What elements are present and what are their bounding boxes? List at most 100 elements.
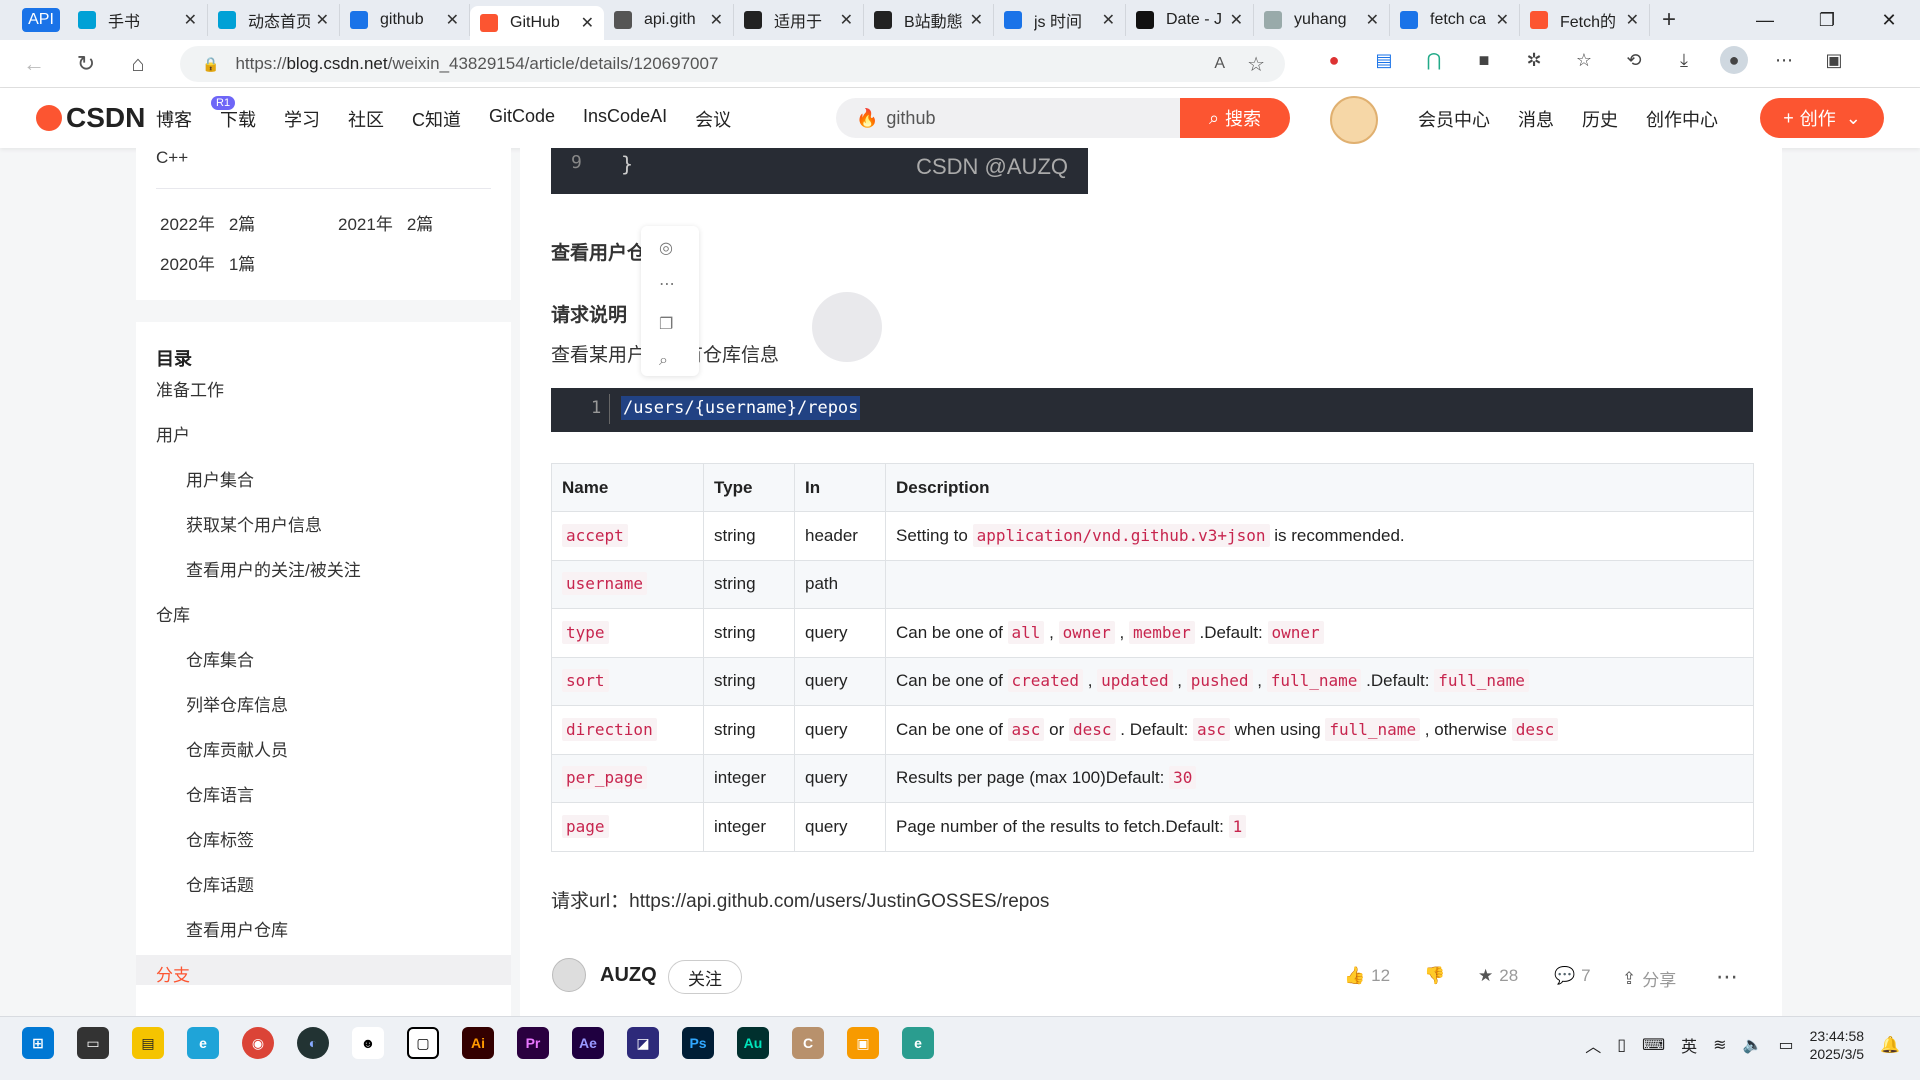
like-button[interactable]: 👍 12 bbox=[1344, 966, 1390, 986]
edge-dev-icon[interactable]: e bbox=[902, 1027, 934, 1059]
csdn-right-nav-item[interactable]: 历史 bbox=[1582, 106, 1618, 132]
archive-item[interactable]: 2020年 1篇 bbox=[160, 250, 255, 275]
csdn-nav-item[interactable]: 学习 bbox=[284, 106, 320, 132]
csdn-right-nav-item[interactable]: 消息 bbox=[1518, 106, 1554, 132]
clock[interactable]: 23:44:58 2025/3/5 bbox=[1810, 1027, 1865, 1063]
new-tab-button[interactable]: + bbox=[1662, 6, 1676, 34]
close-window-icon[interactable]: ✕ bbox=[1858, 0, 1920, 40]
csdn-nav-item[interactable]: C知道 bbox=[412, 106, 461, 132]
photoshop-icon[interactable]: Ps bbox=[682, 1027, 714, 1059]
more-actions-icon[interactable]: ⋯ bbox=[1716, 964, 1738, 990]
toc-item[interactable]: 仓库标签 bbox=[186, 826, 254, 851]
illustrator-icon[interactable]: Ai bbox=[462, 1027, 494, 1059]
profile-icon[interactable]: ● bbox=[1720, 46, 1748, 74]
history-icon[interactable]: ⟲ bbox=[1620, 46, 1648, 74]
download-icon[interactable]: ⤓ bbox=[1670, 46, 1698, 74]
browser-tab[interactable]: GitHub ✕ bbox=[470, 6, 604, 40]
terminal-app-icon[interactable]: ▢ bbox=[407, 1027, 439, 1059]
url-field[interactable]: 🔒 https://blog.csdn.net/weixin_43829154/… bbox=[180, 46, 1285, 82]
dislike-button[interactable]: 👎 bbox=[1424, 966, 1445, 986]
toc-item[interactable]: 仓库语言 bbox=[186, 781, 254, 806]
close-tab-icon[interactable]: ✕ bbox=[316, 10, 329, 30]
favorite-button[interactable]: ★ 28 bbox=[1478, 966, 1518, 986]
browser-tab[interactable]: 手书 ✕ bbox=[68, 4, 208, 36]
browser-tab[interactable]: js 时间 ✕ bbox=[994, 4, 1126, 36]
battery-icon[interactable]: ▭ bbox=[1778, 1035, 1793, 1055]
toc-item[interactable]: 仓库 bbox=[156, 601, 190, 626]
copy-icon[interactable]: ❐ bbox=[659, 314, 673, 334]
browser-tab[interactable]: Fetch的 ✕ bbox=[1520, 4, 1650, 36]
volume-icon[interactable]: 🔈 bbox=[1743, 1035, 1763, 1055]
adblock-extension-icon[interactable]: ● bbox=[1320, 46, 1348, 74]
close-tab-icon[interactable]: ✕ bbox=[710, 10, 723, 30]
task-view-icon[interactable]: ▭ bbox=[77, 1027, 109, 1059]
category-cpp[interactable]: C++ bbox=[156, 148, 188, 168]
extensions-icon[interactable]: ✲ bbox=[1520, 46, 1548, 74]
close-tab-icon[interactable]: ✕ bbox=[1496, 10, 1509, 30]
api-workspace-button[interactable]: API bbox=[22, 8, 60, 32]
start-icon[interactable]: ⊞ bbox=[22, 1027, 54, 1059]
file-explorer-icon[interactable]: ▤ bbox=[132, 1027, 164, 1059]
csdn-nav-item[interactable]: 社区 bbox=[348, 106, 384, 132]
csdn-nav-item[interactable]: 会议 bbox=[695, 106, 731, 132]
more-icon[interactable]: ⋯ bbox=[1770, 46, 1798, 74]
extension-3-icon[interactable]: ■ bbox=[1470, 46, 1498, 74]
browser-tab[interactable]: Date - J ✕ bbox=[1126, 4, 1254, 36]
favorites-icon[interactable]: ☆ bbox=[1570, 46, 1598, 74]
toc-item[interactable]: 获取某个用户信息 bbox=[186, 511, 322, 536]
close-tab-icon[interactable]: ✕ bbox=[1230, 10, 1243, 30]
request-url[interactable]: https://api.github.com/users/JustinGOSSE… bbox=[629, 891, 1049, 912]
audition-icon[interactable]: Au bbox=[737, 1027, 769, 1059]
toc-item[interactable]: 列举仓库信息 bbox=[186, 691, 288, 716]
archive-item[interactable]: 2022年 2篇 bbox=[160, 210, 255, 235]
home-icon[interactable]: ⌂ bbox=[120, 46, 156, 82]
extension-1-icon[interactable]: ▤ bbox=[1370, 46, 1398, 74]
vmware-icon[interactable]: ▣ bbox=[847, 1027, 879, 1059]
premiere-icon[interactable]: Pr bbox=[517, 1027, 549, 1059]
ime-indicator[interactable]: 英 bbox=[1681, 1033, 1697, 1057]
csdn-search-input[interactable]: 🔥 github bbox=[836, 98, 1182, 138]
share-button[interactable]: ⇪ 分享 bbox=[1622, 966, 1676, 991]
alien-app-icon[interactable]: ☻ bbox=[352, 1027, 384, 1059]
browser-tab[interactable]: github ✕ bbox=[340, 4, 470, 36]
comment-button[interactable]: 💬 7 bbox=[1554, 966, 1591, 986]
follow-button[interactable]: 关注 bbox=[668, 960, 742, 994]
search-icon[interactable]: ⌕ bbox=[659, 352, 668, 370]
more-options-icon[interactable]: ⋯ bbox=[659, 274, 675, 294]
csdn-right-nav-item[interactable]: 会员中心 bbox=[1418, 106, 1490, 132]
close-tab-icon[interactable]: ✕ bbox=[446, 10, 459, 30]
close-tab-icon[interactable]: ✕ bbox=[1626, 10, 1639, 30]
browser-tab[interactable]: fetch ca ✕ bbox=[1390, 4, 1520, 36]
close-tab-icon[interactable]: ✕ bbox=[581, 13, 594, 33]
toc-item[interactable]: 准备工作 bbox=[156, 376, 224, 401]
keyboard-icon[interactable]: ⌨ bbox=[1642, 1035, 1665, 1055]
minimize-icon[interactable]: — bbox=[1734, 0, 1796, 40]
chevron-up-icon[interactable]: ︿ bbox=[1585, 1033, 1601, 1057]
csdn-right-nav-item[interactable]: 创作中心 bbox=[1646, 106, 1718, 132]
restore-icon[interactable]: ❐ bbox=[1796, 0, 1858, 40]
back-icon[interactable]: ← bbox=[16, 46, 52, 82]
author-name[interactable]: AUZQ bbox=[600, 964, 657, 987]
close-tab-icon[interactable]: ✕ bbox=[184, 10, 197, 30]
favorite-star-icon[interactable]: ☆ bbox=[1247, 52, 1265, 77]
browser-tab[interactable]: 动态首页 ✕ bbox=[208, 4, 340, 36]
toc-item[interactable]: 仓库话题 bbox=[186, 871, 254, 896]
close-tab-icon[interactable]: ✕ bbox=[1102, 10, 1115, 30]
browser-tab[interactable]: api.gith ✕ bbox=[604, 4, 734, 36]
usb-icon[interactable]: ▯ bbox=[1617, 1035, 1626, 1055]
refresh-icon[interactable]: ↻ bbox=[68, 46, 104, 82]
wifi-icon[interactable]: ≋ bbox=[1713, 1035, 1726, 1055]
extension-2-icon[interactable]: ⋂ bbox=[1420, 46, 1448, 74]
browser-tab[interactable]: 适用于 ✕ bbox=[734, 4, 864, 36]
close-tab-icon[interactable]: ✕ bbox=[840, 10, 853, 30]
author-avatar[interactable] bbox=[552, 958, 586, 992]
csdn-logo[interactable]: CSDN bbox=[36, 102, 145, 134]
csdn-nav-item[interactable]: GitCode bbox=[489, 106, 555, 132]
archive-item[interactable]: 2021年 2篇 bbox=[338, 210, 433, 235]
read-aloud-icon[interactable]: A bbox=[1214, 55, 1225, 73]
ai-icon[interactable]: ◎ bbox=[659, 238, 673, 258]
toc-item[interactable]: 查看用户仓库 bbox=[186, 916, 288, 941]
browser-tab[interactable]: B站動態 ✕ bbox=[864, 4, 994, 36]
notification-bell-icon[interactable]: 🔔 bbox=[1880, 1035, 1900, 1055]
toc-item[interactable]: 分支 bbox=[156, 961, 190, 986]
